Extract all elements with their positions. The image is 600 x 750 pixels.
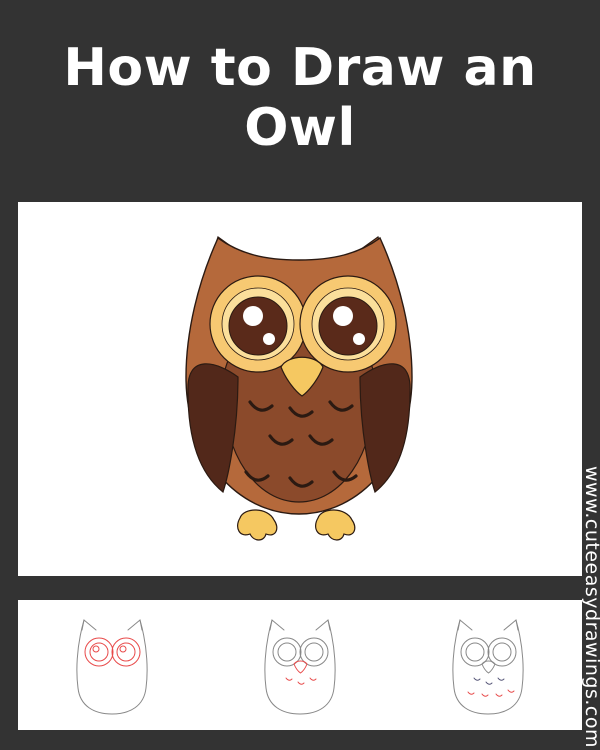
watermark-text: www.cuteeasydrawings.com <box>581 466 600 748</box>
page-title: How to Draw an Owl <box>0 38 600 158</box>
step-sketch-2 <box>264 619 336 715</box>
title-line-2: Owl <box>244 98 356 158</box>
owl-left-eye <box>209 275 307 373</box>
final-drawing-panel <box>18 202 582 576</box>
steps-panel <box>18 600 582 730</box>
step-sketch-3 <box>452 619 524 715</box>
title-line-1: How to Draw an <box>63 38 537 98</box>
owl-illustration <box>185 236 413 541</box>
owl-right-eye <box>299 275 397 373</box>
step-sketch-1 <box>76 619 148 715</box>
step-sketches <box>76 619 524 715</box>
